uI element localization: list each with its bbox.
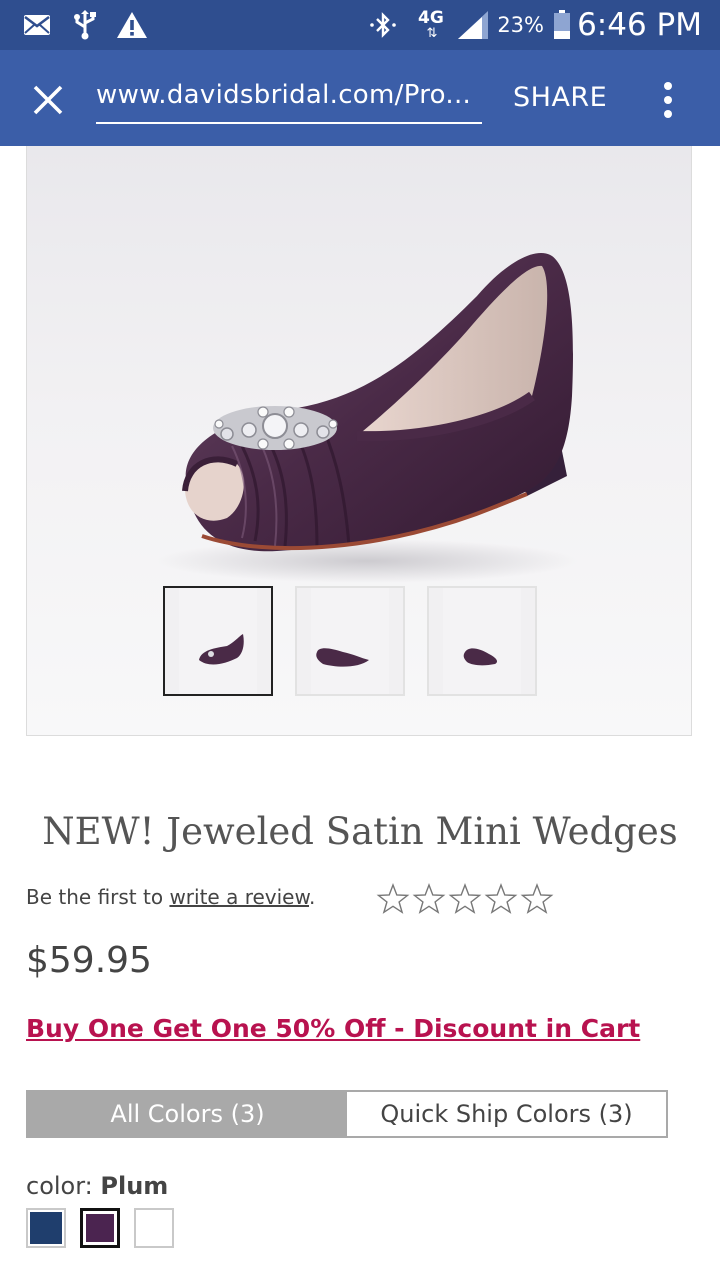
swatch-navy[interactable]: [26, 1208, 66, 1248]
data-arrows-icon: ⇅: [426, 26, 437, 41]
swatch-ivory[interactable]: [134, 1208, 174, 1248]
status-bar: 4G ⇅ 23% 6:46 PM: [0, 0, 720, 50]
custom-tab-toolbar: www.davidsbridal.com/Pro... SHARE: [0, 50, 720, 146]
signal-icon: [456, 10, 490, 40]
mail-icon: [22, 10, 52, 40]
selected-color-label: color: Plum: [26, 1172, 168, 1200]
share-button[interactable]: SHARE: [513, 82, 607, 113]
star-rating[interactable]: [376, 882, 554, 916]
thumbnail-shoe-back: [443, 588, 521, 694]
shoe-image: [157, 252, 577, 583]
thumbnail-shoe-side: [311, 588, 389, 694]
product-price: $59.95: [26, 940, 152, 981]
thumbnail-shoe-front: [179, 588, 257, 694]
swatch-plum[interactable]: [80, 1208, 120, 1248]
url-field[interactable]: www.davidsbridal.com/Pro...: [96, 80, 482, 124]
battery-percent: 23%: [497, 13, 544, 37]
tab-all-colors[interactable]: All Colors (3): [28, 1092, 347, 1136]
color-swatches: [26, 1208, 174, 1248]
thumbnail-2[interactable]: [295, 586, 405, 696]
thumbnail-1[interactable]: [163, 586, 273, 696]
close-icon: [33, 85, 63, 115]
clock: 6:46 PM: [577, 7, 702, 43]
overflow-menu-button[interactable]: [650, 78, 686, 122]
review-suffix: .: [309, 885, 316, 909]
star-empty-icon[interactable]: [412, 882, 446, 916]
star-empty-icon[interactable]: [448, 882, 482, 916]
color-filter-tabs: All Colors (3) Quick Ship Colors (3): [26, 1090, 668, 1138]
network-type: 4G: [418, 8, 444, 28]
write-review-link[interactable]: write a review: [169, 885, 309, 909]
jewel-brooch: [213, 406, 338, 450]
close-button[interactable]: [26, 78, 70, 122]
star-empty-icon[interactable]: [484, 882, 518, 916]
promo-link[interactable]: Buy One Get One 50% Off - Discount in Ca…: [26, 1014, 640, 1043]
battery-icon: [550, 10, 574, 40]
product-title: NEW! Jeweled Satin Mini Wedges: [42, 810, 678, 853]
star-empty-icon[interactable]: [520, 882, 554, 916]
tab-quick-ship-colors[interactable]: Quick Ship Colors (3): [347, 1092, 666, 1136]
usb-icon: [70, 10, 100, 40]
review-prompt: Be the first to write a review.: [26, 885, 315, 909]
thumbnail-3[interactable]: [427, 586, 537, 696]
star-empty-icon[interactable]: [376, 882, 410, 916]
bluetooth-icon: [368, 10, 398, 40]
warning-icon: [114, 10, 150, 40]
more-vert-icon: [664, 82, 672, 118]
color-label-prefix: color:: [26, 1172, 101, 1200]
product-image-viewer[interactable]: [26, 146, 692, 736]
network-indicator: 4G ⇅: [418, 0, 444, 50]
selected-color-name: Plum: [100, 1172, 169, 1200]
review-prefix: Be the first to: [26, 885, 170, 909]
